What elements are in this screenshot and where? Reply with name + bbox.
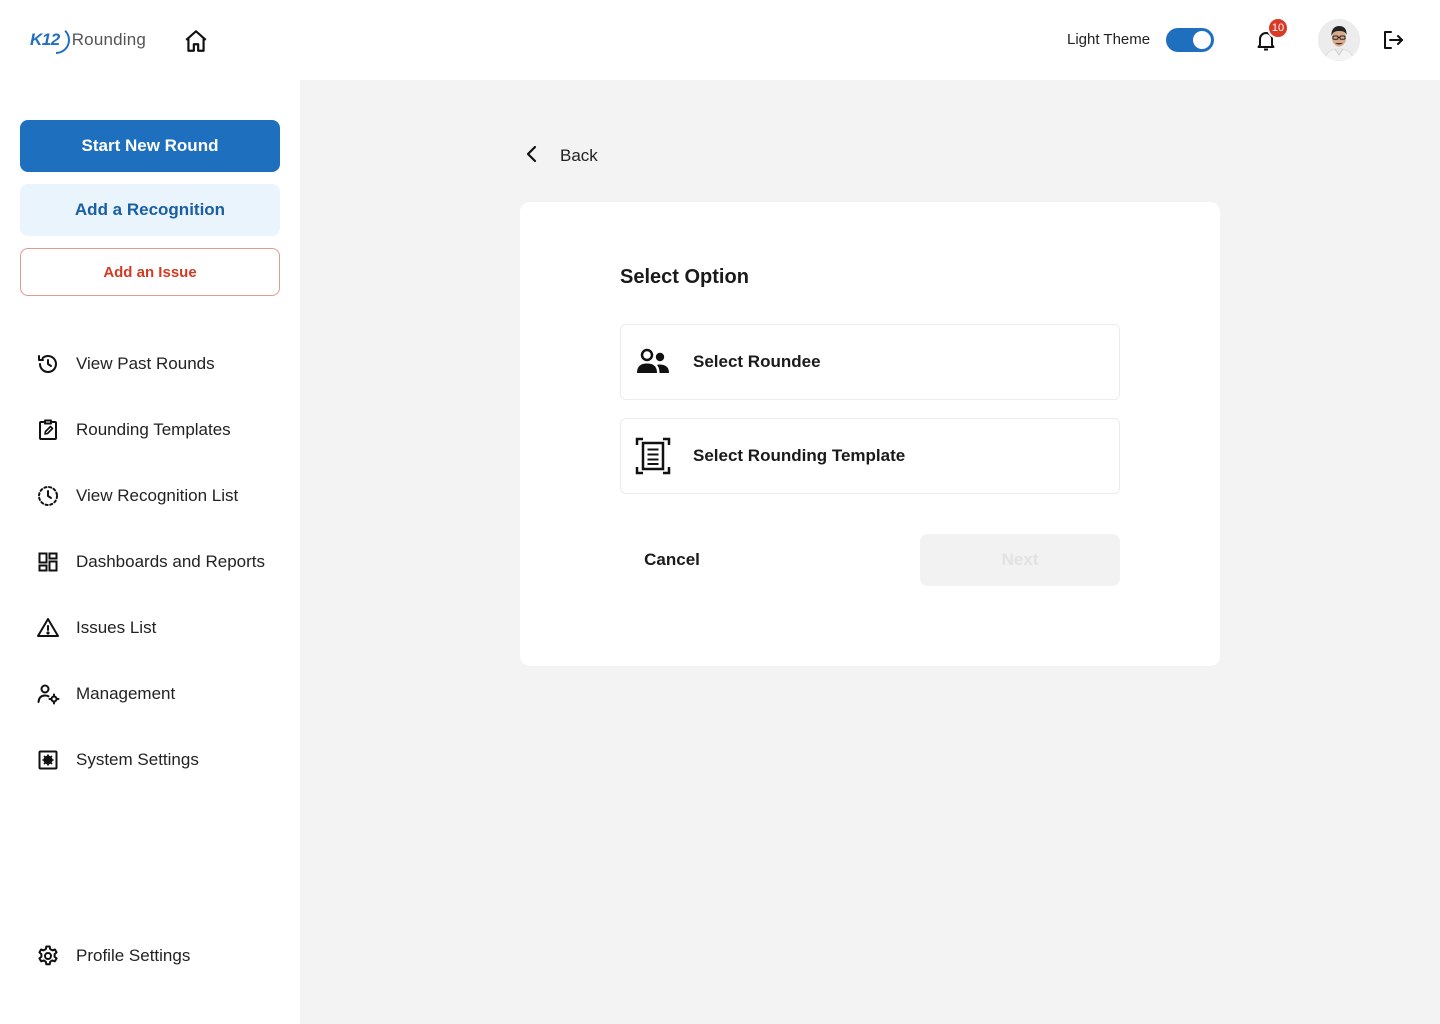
theme-toggle[interactable]	[1166, 28, 1214, 52]
sidebar-item-dashboards[interactable]: Dashboards and Reports	[36, 548, 286, 576]
chevron-left-icon	[520, 142, 544, 171]
sidebar-item-past-rounds[interactable]: View Past Rounds	[36, 350, 286, 378]
top-header: K12 Rounding Light Theme 10	[0, 0, 1440, 80]
sidebar-item-profile-settings[interactable]: Profile Settings	[36, 942, 286, 970]
clipboard-edit-icon	[36, 418, 60, 442]
sidebar-item-issues-list[interactable]: Issues List	[36, 614, 286, 642]
start-new-round-button[interactable]: Start New Round	[20, 120, 280, 172]
sidebar: Start New Round Add a Recognition Add an…	[0, 80, 300, 1024]
users-icon	[635, 344, 671, 380]
card-title: Select Option	[620, 266, 749, 288]
logout-icon[interactable]	[1381, 28, 1405, 52]
logo-text: Rounding	[71, 30, 147, 49]
theme-label: Light Theme	[1067, 31, 1151, 48]
user-settings-icon	[36, 682, 60, 706]
sidebar-item-label: View Past Rounds	[76, 354, 215, 373]
next-button[interactable]: Next	[920, 534, 1120, 586]
sidebar-item-label: Management	[76, 684, 176, 703]
sidebar-item-label: System Settings	[76, 750, 199, 769]
sidebar-item-rounding-templates[interactable]: Rounding Templates	[36, 416, 286, 444]
add-recognition-button[interactable]: Add a Recognition	[20, 184, 280, 236]
sidebar-item-label: Dashboards and Reports	[76, 552, 266, 571]
option-label: Select Rounding Template	[693, 446, 906, 465]
option-label: Select Roundee	[693, 352, 821, 371]
warning-icon	[36, 616, 60, 640]
logo-k12: K12	[30, 30, 60, 49]
option-select-roundee[interactable]: Select Roundee	[620, 324, 1120, 400]
option-select-rounding-template[interactable]: Select Rounding Template	[620, 418, 1120, 494]
history-icon	[36, 352, 60, 376]
add-issue-button[interactable]: Add an Issue	[20, 248, 280, 296]
gear-icon	[36, 944, 60, 968]
select-option-card: Select Option Select Roundee Select Roun…	[520, 202, 1220, 666]
settings-box-icon	[36, 748, 60, 772]
sidebar-item-label: Rounding Templates	[76, 420, 231, 439]
sidebar-item-recognition-list[interactable]: View Recognition List	[36, 482, 286, 510]
home-icon[interactable]	[182, 27, 210, 55]
sidebar-item-system-settings[interactable]: System Settings	[36, 746, 286, 774]
notification-badge: 10	[1267, 17, 1289, 39]
sidebar-item-label: View Recognition List	[76, 486, 239, 505]
dotted-clock-icon	[36, 484, 60, 508]
toggle-knob	[1193, 31, 1211, 49]
back-label: Back	[560, 146, 598, 165]
document-scan-icon	[635, 437, 671, 475]
cancel-button[interactable]: Cancel	[620, 534, 724, 586]
sidebar-item-label: Profile Settings	[76, 946, 191, 965]
avatar[interactable]	[1318, 19, 1360, 61]
sidebar-item-management[interactable]: Management	[36, 680, 286, 708]
dashboard-icon	[36, 550, 60, 574]
app-logo[interactable]: K12 Rounding	[30, 24, 146, 56]
sidebar-item-label: Issues List	[76, 618, 157, 637]
back-link[interactable]: Back	[520, 142, 598, 170]
